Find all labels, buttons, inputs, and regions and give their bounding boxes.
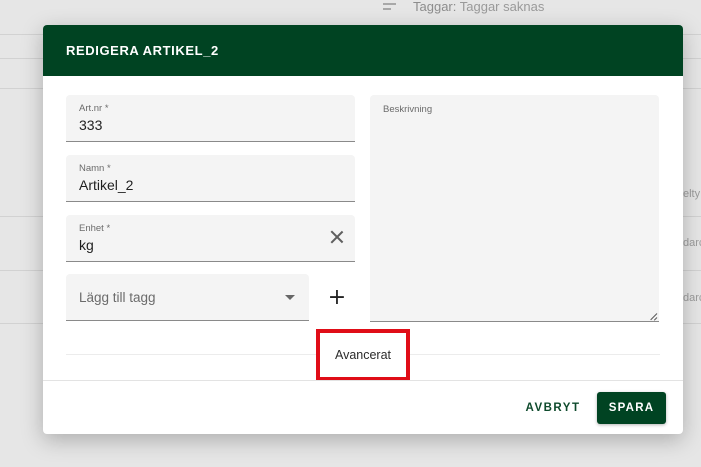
add-tag-button[interactable]: + xyxy=(325,285,349,310)
bg-column-text: elty xyxy=(683,188,701,200)
resize-handle-icon[interactable] xyxy=(648,310,658,321)
tag-filter-value: Taggar saknas xyxy=(459,0,545,14)
bg-column-text: darc xyxy=(683,292,701,304)
tag-filter-label: Taggar: xyxy=(413,0,457,14)
namn-label: Namn * xyxy=(79,163,111,174)
description-field[interactable]: Beskrivning xyxy=(370,95,659,322)
tag-select-placeholder: Lägg till tagg xyxy=(79,290,156,305)
filter-list-icon xyxy=(383,0,401,10)
tag-filter: Taggar: Taggar saknas xyxy=(383,0,545,14)
advanced-toggle[interactable]: Avancerat xyxy=(316,329,410,381)
footer-divider xyxy=(43,380,683,381)
artnr-value[interactable]: 333 xyxy=(79,117,102,133)
enhet-field[interactable]: Enhet * kg xyxy=(66,215,355,262)
enhet-label: Enhet * xyxy=(79,223,111,234)
edit-article-dialog: REDIGERA ARTIKEL_2 Art.nr * 333 Namn * A… xyxy=(43,25,683,434)
clear-icon[interactable] xyxy=(330,230,344,244)
description-label: Beskrivning xyxy=(383,104,433,115)
artnr-field[interactable]: Art.nr * 333 xyxy=(66,95,355,142)
dialog-title: REDIGERA ARTIKEL_2 xyxy=(66,43,219,58)
save-button[interactable]: SPARA xyxy=(597,392,666,424)
namn-value[interactable]: Artikel_2 xyxy=(79,177,133,193)
dialog-header: REDIGERA ARTIKEL_2 xyxy=(43,25,683,76)
namn-field[interactable]: Namn * Artikel_2 xyxy=(66,155,355,202)
artnr-label: Art.nr * xyxy=(79,103,109,114)
cancel-button[interactable]: AVBRYT xyxy=(517,392,589,424)
enhet-value[interactable]: kg xyxy=(79,237,94,253)
dropdown-arrow-icon[interactable] xyxy=(285,295,295,300)
tag-select[interactable]: Lägg till tagg xyxy=(66,274,309,321)
advanced-label: Avancerat xyxy=(334,348,392,362)
bg-column-text: darc xyxy=(683,237,701,249)
